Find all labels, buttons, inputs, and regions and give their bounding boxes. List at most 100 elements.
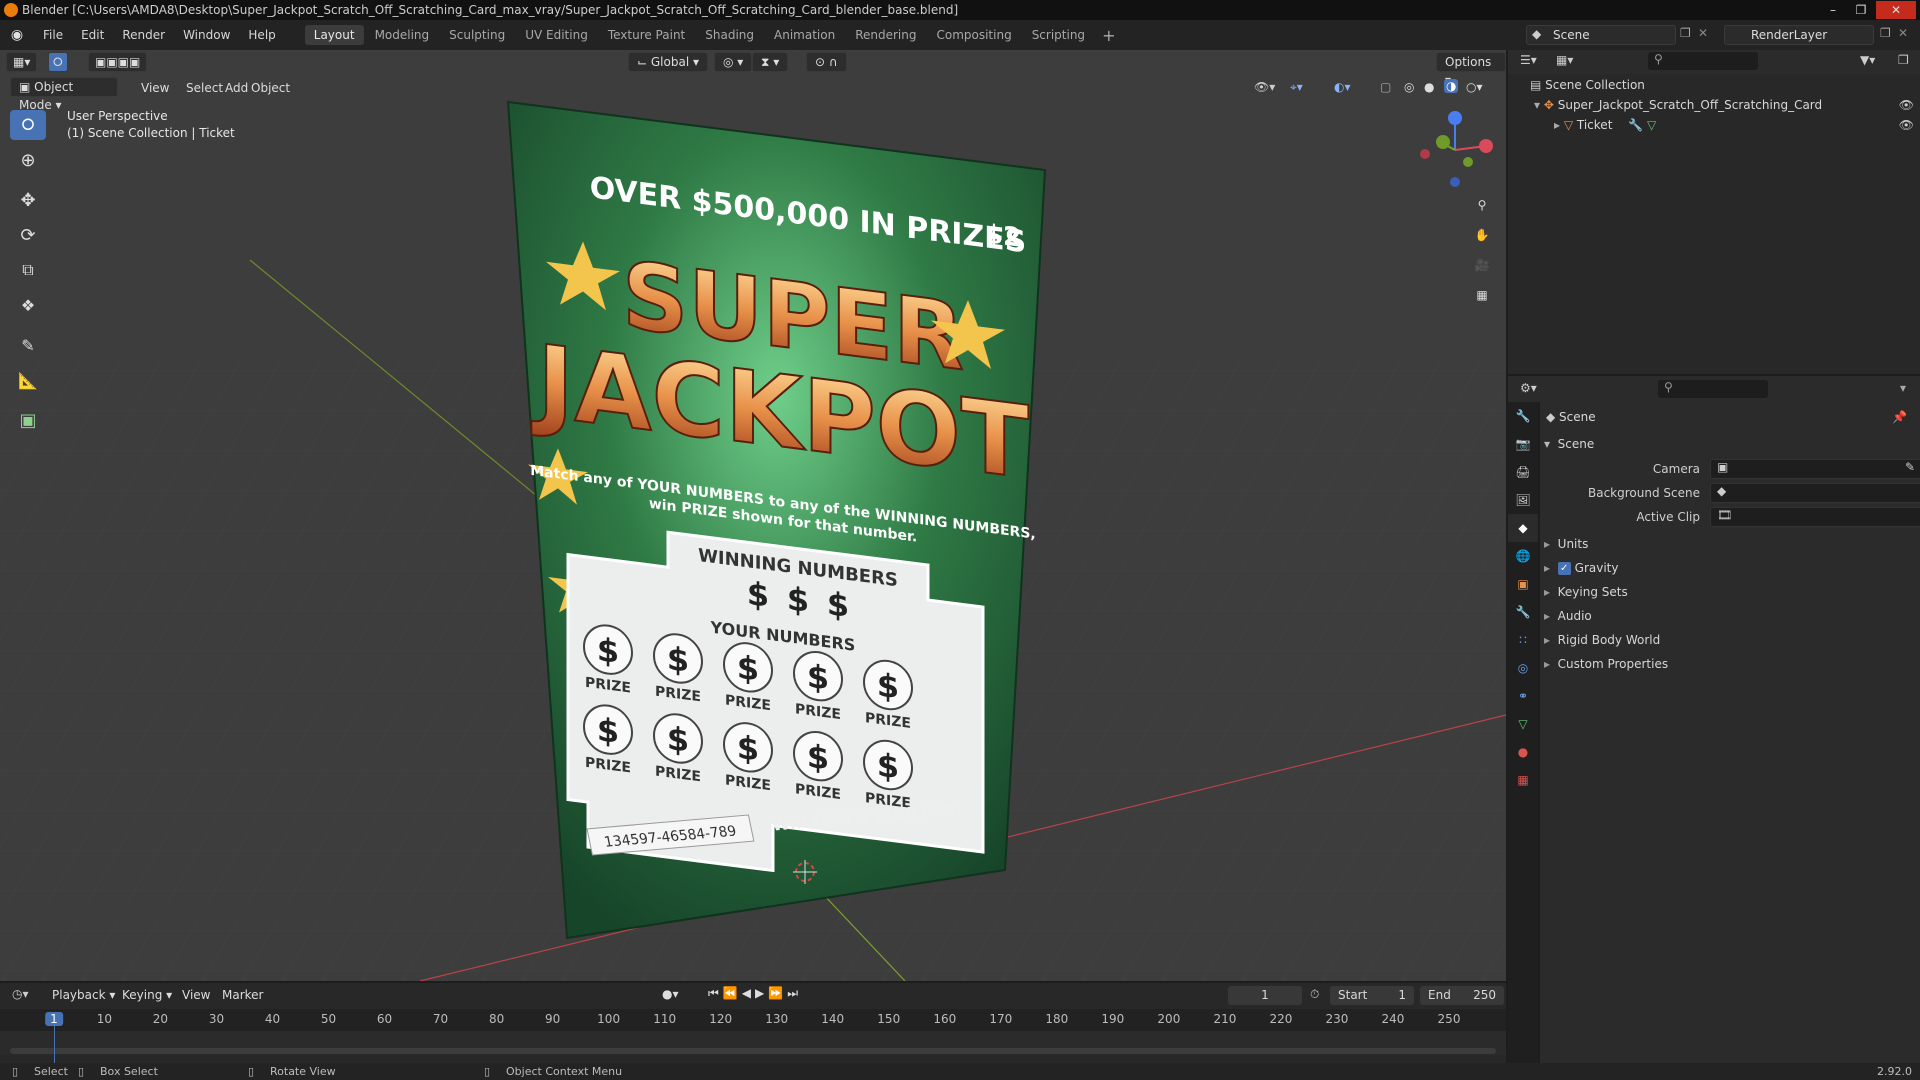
add-cube-tool-icon[interactable]: ▣ xyxy=(10,405,46,435)
gizmo-toggle-icon[interactable]: ⌖▾ xyxy=(1290,80,1303,95)
tool-tab-icon[interactable]: 🔧 xyxy=(1508,402,1538,430)
scene-selector[interactable]: ◆ Scene xyxy=(1526,25,1676,45)
frame-tick[interactable]: 80 xyxy=(489,1012,504,1026)
camera-view-icon[interactable]: 🎥 xyxy=(1469,252,1495,278)
close-icon[interactable]: ✕ xyxy=(1876,1,1916,19)
scale-tool-icon[interactable]: ⧉ xyxy=(10,255,46,285)
properties-search-input[interactable]: ⚲ xyxy=(1658,380,1768,398)
jump-start-icon[interactable]: ⏮ xyxy=(708,986,723,1000)
scene-remove-icon[interactable]: ✕ xyxy=(1698,26,1708,40)
layer-selector[interactable]: RenderLayer xyxy=(1724,25,1874,45)
frame-tick[interactable]: 200 xyxy=(1157,1012,1180,1026)
orientation-dropdown[interactable]: ⌙ Global ▾ xyxy=(628,52,708,72)
frame-tick[interactable]: 150 xyxy=(877,1012,900,1026)
frame-tick[interactable]: 100 xyxy=(597,1012,620,1026)
menu-render[interactable]: Render xyxy=(113,28,174,42)
minimize-icon[interactable]: – xyxy=(1820,1,1846,19)
add-workspace-icon[interactable]: + xyxy=(1096,26,1121,45)
frame-tick[interactable]: 210 xyxy=(1213,1012,1236,1026)
tab-layout[interactable]: Layout xyxy=(304,25,364,45)
frame-tick[interactable]: 120 xyxy=(709,1012,732,1026)
active-clip-field[interactable]: 🎞 xyxy=(1710,507,1920,527)
tab-compositing[interactable]: Compositing xyxy=(927,25,1020,45)
3d-viewport[interactable]: OVER $500,000 IN PRIZES $2 SUPER JACKPOT… xyxy=(0,50,1506,981)
menu-file[interactable]: File xyxy=(34,28,72,42)
audio-section[interactable]: ▸ Audio xyxy=(1544,604,1592,628)
layer-copy-icon[interactable]: ❐ xyxy=(1880,26,1891,40)
pivot-icon[interactable]: ◎ ▾ xyxy=(714,52,753,72)
outliner-search-input[interactable]: ⚲ xyxy=(1648,52,1758,70)
data-tab-icon[interactable]: ▽ xyxy=(1508,710,1538,738)
properties-options-icon[interactable]: ▾ xyxy=(1900,381,1906,395)
timeline-menu-keying[interactable]: Keying ▾ xyxy=(114,985,180,1005)
eyedropper-icon[interactable]: ✎ xyxy=(1905,460,1920,474)
gizmo-z-icon[interactable] xyxy=(1448,111,1462,125)
frame-tick[interactable]: 250 xyxy=(1438,1012,1461,1026)
custom-properties-section[interactable]: ▸ Custom Properties xyxy=(1544,652,1668,676)
snap-icon[interactable]: ⧗ ▾ xyxy=(752,52,789,72)
editor-type-icon[interactable]: ▦▾ xyxy=(6,52,38,72)
scene-copy-icon[interactable]: ❐ xyxy=(1680,26,1691,40)
outliner-root[interactable]: ▤ Scene Collection xyxy=(1530,78,1645,92)
tab-scripting[interactable]: Scripting xyxy=(1023,25,1094,45)
selection-modes-icon[interactable]: ▣▣▣▣ xyxy=(88,52,148,72)
maximize-icon[interactable]: ❐ xyxy=(1848,1,1874,19)
new-collection-icon[interactable]: ❐ xyxy=(1898,53,1909,67)
pan-view-icon[interactable]: ✋ xyxy=(1469,222,1495,248)
frame-tick[interactable]: 40 xyxy=(265,1012,280,1026)
layer-remove-icon[interactable]: ✕ xyxy=(1898,26,1908,40)
record-icon[interactable]: ●▾ xyxy=(662,987,679,1001)
world-tab-icon[interactable]: 🌐 xyxy=(1508,542,1538,570)
texture-tab-icon[interactable]: ▦ xyxy=(1508,766,1538,794)
object-tab-icon[interactable]: ▣ xyxy=(1508,570,1538,598)
timeline-editor-icon[interactable]: ◷▾ xyxy=(12,987,29,1001)
modifiers-tab-icon[interactable]: 🔧 xyxy=(1508,598,1538,626)
eye-icon[interactable]: 👁 xyxy=(1899,118,1914,132)
gizmo-neg-z-icon[interactable] xyxy=(1450,177,1460,187)
perspective-toggle-icon[interactable]: ▦ xyxy=(1469,282,1495,308)
tab-animation[interactable]: Animation xyxy=(765,25,844,45)
stopwatch-icon[interactable]: ⏱ xyxy=(1310,987,1319,1002)
display-mode-icon[interactable]: ▦▾ xyxy=(1556,53,1573,67)
navigation-gizmo[interactable] xyxy=(1410,108,1500,192)
playback-controls[interactable]: ⏮⏪◀▶⏩⏭ xyxy=(708,986,802,1001)
shading-solid-icon[interactable]: ● xyxy=(1424,80,1434,94)
outliner-editor-icon[interactable]: ☰▾ xyxy=(1520,53,1537,67)
scratch-card[interactable]: OVER $500,000 IN PRIZES $2 SUPER JACKPOT… xyxy=(506,100,1047,940)
gravity-section[interactable]: ▸ ✓ Gravity xyxy=(1544,556,1618,580)
eye-icon[interactable]: 👁 xyxy=(1899,98,1914,112)
frame-tick[interactable]: 50 xyxy=(321,1012,336,1026)
frame-tick[interactable]: 220 xyxy=(1269,1012,1292,1026)
tab-sculpting[interactable]: Sculpting xyxy=(440,25,514,45)
frame-tick[interactable]: 180 xyxy=(1045,1012,1068,1026)
frame-tick[interactable]: 130 xyxy=(765,1012,788,1026)
units-section[interactable]: ▸ Units xyxy=(1544,532,1588,556)
gizmo-neg-x-icon[interactable] xyxy=(1420,149,1430,159)
material-tab-icon[interactable]: ● xyxy=(1508,738,1538,766)
play-icon[interactable]: ▶ xyxy=(755,986,768,1000)
object-mode-dropdown[interactable]: ▣ Object Mode ▾ xyxy=(10,77,118,112)
options-button[interactable]: Options ▾ xyxy=(1436,52,1506,87)
properties-editor-icon[interactable]: ⚙▾ xyxy=(1520,381,1537,395)
particles-tab-icon[interactable]: ∷ xyxy=(1508,626,1538,654)
viewport-menu-object[interactable]: Object xyxy=(243,78,298,98)
transform-tool-icon[interactable]: ❖ xyxy=(10,290,46,320)
frame-tick[interactable]: 230 xyxy=(1325,1012,1348,1026)
cursor-tool-icon[interactable]: ⊕ xyxy=(10,145,46,175)
keying-sets-section[interactable]: ▸ Keying Sets xyxy=(1544,580,1628,604)
timeline-scrollbar[interactable] xyxy=(10,1048,1496,1054)
frame-tick[interactable]: 140 xyxy=(821,1012,844,1026)
jump-end-icon[interactable]: ⏭ xyxy=(787,986,802,1000)
pin-icon[interactable]: 📌 xyxy=(1892,410,1907,424)
layer-field[interactable]: RenderLayer xyxy=(1724,25,1874,45)
select-box-tool-icon[interactable]: ⭘ xyxy=(10,110,46,140)
overlay-toggle-icon[interactable]: ◐▾ xyxy=(1334,80,1351,94)
shading-wireframe-icon[interactable]: ◎ xyxy=(1404,80,1414,94)
xray-icon[interactable]: ▢ xyxy=(1380,80,1391,94)
camera-field[interactable]: ▣ ✎ xyxy=(1710,459,1920,479)
menu-help[interactable]: Help xyxy=(239,28,284,42)
rigid-body-world-section[interactable]: ▸ Rigid Body World xyxy=(1544,628,1660,652)
expand-arrow-icon[interactable]: ▾ xyxy=(1534,98,1544,112)
frame-tick[interactable]: 60 xyxy=(377,1012,392,1026)
shading-material-icon[interactable]: ◑ xyxy=(1444,79,1459,93)
